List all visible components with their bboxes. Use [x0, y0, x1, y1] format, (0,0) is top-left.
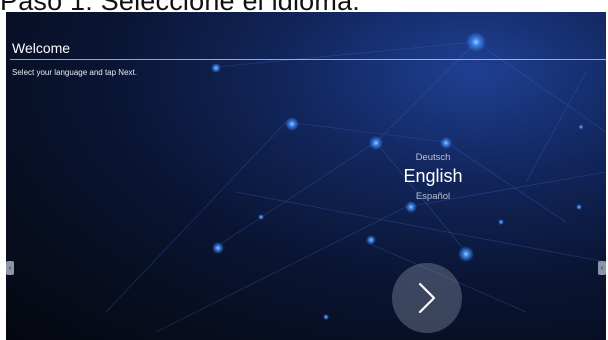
language-option-espanol[interactable]: Español — [388, 191, 478, 202]
header-divider — [10, 59, 606, 60]
network-background — [105, 32, 606, 333]
left-edge-handle[interactable]: ‹ — [6, 261, 14, 275]
instruction-text: Select your language and tap Next. — [12, 68, 137, 77]
chevron-left-icon: ‹ — [8, 263, 12, 272]
chevron-right-icon — [418, 282, 436, 314]
next-button[interactable] — [392, 263, 462, 333]
welcome-title: Welcome — [12, 40, 71, 56]
chevron-left-icon: ‹ — [600, 263, 604, 272]
right-edge-handle[interactable]: ‹ — [598, 261, 606, 275]
welcome-screen: Welcome Select your language and tap Nex… — [6, 12, 606, 340]
language-option-deutsch[interactable]: Deutsch — [388, 152, 478, 163]
language-option-english-selected[interactable]: English — [388, 166, 478, 187]
